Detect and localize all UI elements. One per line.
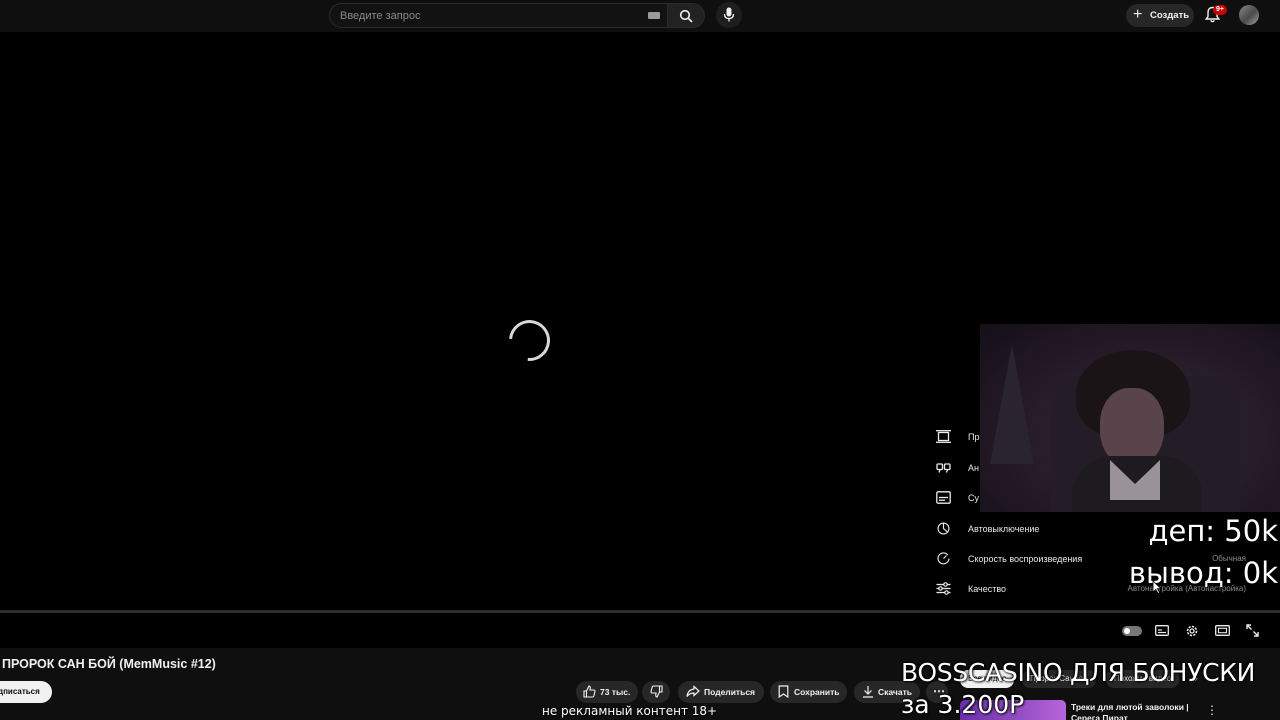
save-label: Сохранить: [794, 687, 840, 697]
settings-item-label: Пр: [968, 432, 980, 442]
download-icon: [863, 686, 873, 698]
share-label: Поделиться: [704, 687, 756, 697]
share-icon: [686, 685, 700, 697]
like-count: 73 тыс.: [600, 687, 631, 697]
keyboard-icon[interactable]: [648, 12, 660, 19]
bookmark-icon: [778, 685, 789, 698]
like-button[interactable]: 73 тыс.: [576, 681, 638, 703]
settings-item-label: Качество: [968, 584, 1007, 594]
deposit-overlay: деп: 50k: [1148, 514, 1278, 548]
settings-gear-icon[interactable]: [1185, 624, 1199, 638]
create-label: Создать: [1150, 10, 1190, 21]
progress-bar[interactable]: [0, 610, 1280, 613]
create-button[interactable]: + Создать: [1126, 4, 1194, 27]
recommended-video-title[interactable]: Треки для лютой заволоки | Серега Пират: [1071, 702, 1191, 720]
fullscreen-icon[interactable]: [1246, 624, 1259, 637]
annotations-icon: [936, 463, 951, 473]
save-button[interactable]: Сохранить: [770, 681, 847, 703]
settings-item-label: Су: [968, 493, 979, 503]
search-icon: [679, 9, 693, 23]
top-bar: + Создать 9+: [0, 0, 1280, 32]
casino-promo-line2: за 3.200Р: [901, 690, 1025, 719]
subscribe-label: дписаться: [0, 687, 40, 696]
search-input[interactable]: [340, 8, 630, 24]
subtitles-button-icon[interactable]: [1155, 625, 1169, 636]
settings-item-label: Скорость воспроизведения: [968, 554, 1083, 564]
microphone-icon: [723, 7, 735, 22]
subtitles-icon: [936, 491, 951, 504]
settings-item-label: Ан: [968, 463, 979, 473]
ad-disclaimer: не рекламный контент 18+: [542, 704, 718, 718]
search-box[interactable]: [329, 3, 667, 28]
more-vertical-icon[interactable]: ⋮: [1206, 703, 1218, 717]
playback-speed-icon: [937, 552, 950, 565]
dislike-button[interactable]: [642, 681, 670, 703]
mouse-cursor-icon: [1152, 580, 1162, 594]
ambient-mode-icon: [936, 430, 951, 443]
streamer-webcam: [980, 324, 1280, 512]
sleep-timer-icon: [937, 522, 950, 535]
account-avatar[interactable]: [1239, 5, 1259, 25]
thumbs-down-icon: [650, 685, 663, 698]
subscribe-button[interactable]: дписаться: [0, 681, 52, 703]
miniplayer-icon[interactable]: [1215, 625, 1230, 636]
share-button[interactable]: Поделиться: [678, 681, 764, 703]
autoplay-toggle[interactable]: [1122, 626, 1142, 636]
notifications-badge: 9+: [1213, 5, 1227, 15]
plus-icon: +: [1133, 6, 1143, 23]
thumbs-up-icon: [583, 685, 596, 698]
voice-search-button[interactable]: [716, 2, 742, 28]
search-button[interactable]: [667, 3, 705, 28]
quality-icon: [936, 582, 951, 595]
casino-promo-line1: BOSSCASINO ДЛЯ БОНУСКИ: [901, 658, 1256, 687]
settings-item-label: Автовыключение: [968, 524, 1040, 534]
video-title: ПРОРОК САН БОЙ (MemMusic #12): [2, 657, 216, 671]
